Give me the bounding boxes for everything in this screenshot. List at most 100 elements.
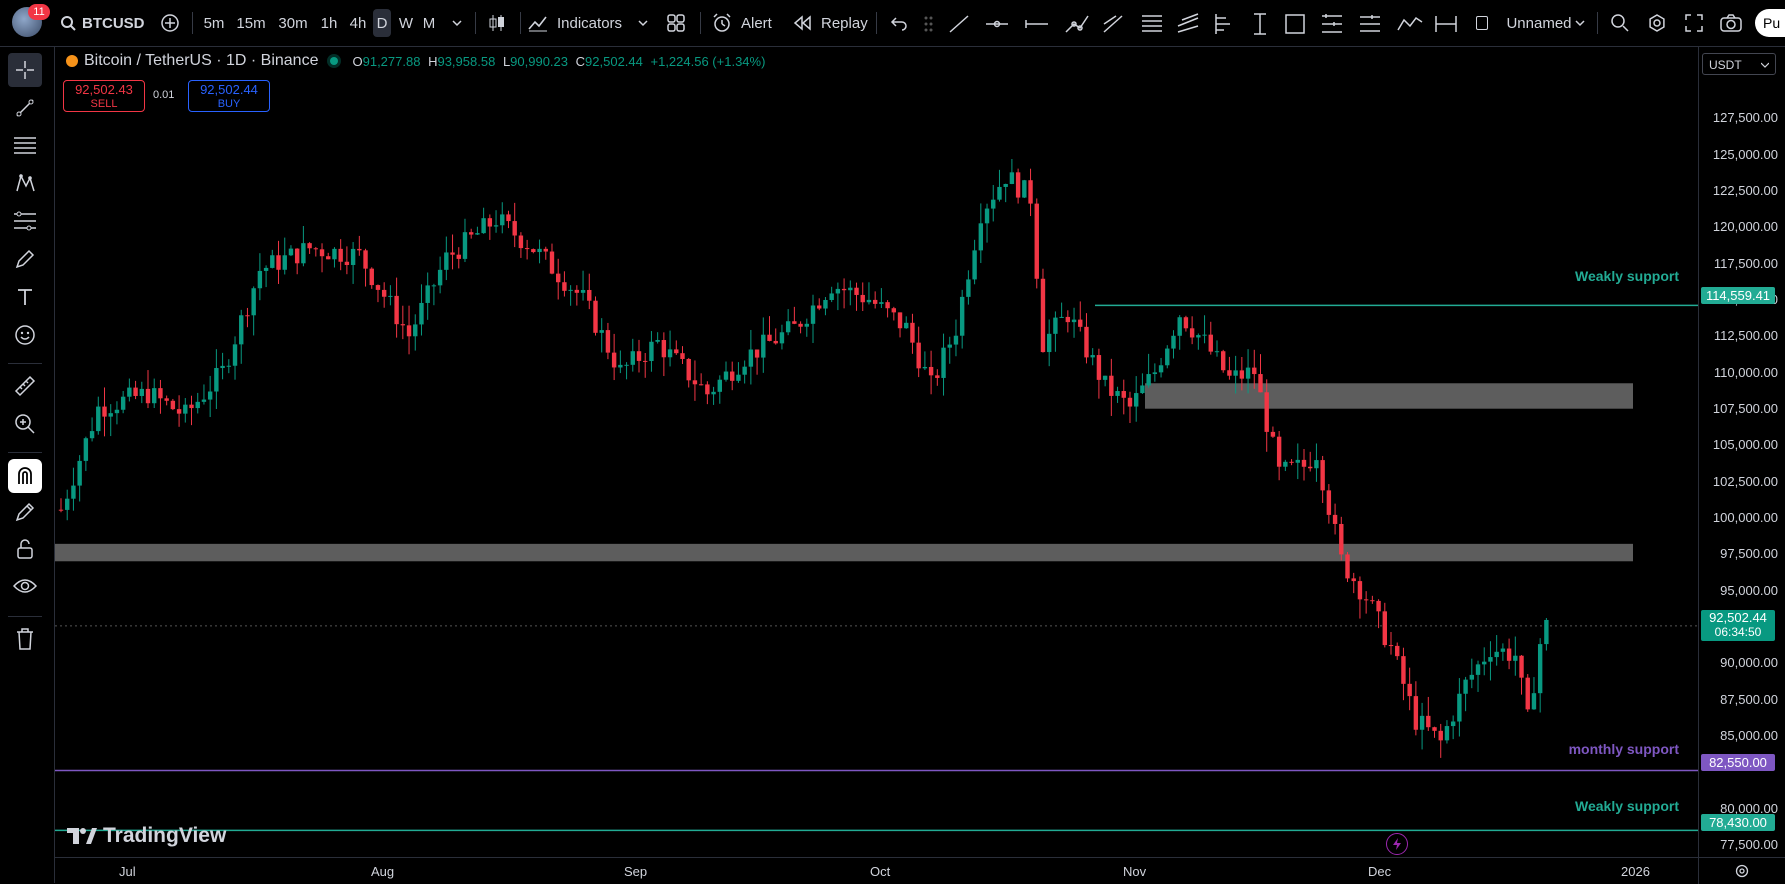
magnet-icon — [18, 467, 32, 484]
price-scale[interactable]: USDT 127,500.00 125,000.00 122,500.00 120,0… — [1698, 47, 1785, 857]
pattern-tool[interactable] — [8, 166, 42, 200]
replay-button[interactable]: Replay — [793, 9, 869, 37]
time-axis-label: Jul — [119, 864, 136, 879]
candle-body — [1109, 375, 1114, 396]
undo-button[interactable] — [886, 9, 912, 37]
candle-body — [481, 218, 486, 234]
candle-body — [655, 340, 660, 342]
candle-body — [773, 340, 778, 344]
crosshair-tool[interactable] — [8, 53, 42, 87]
candle-body — [1376, 600, 1381, 612]
candle-body — [1140, 385, 1145, 394]
price-axis-label: 122,500.00 — [1712, 182, 1778, 198]
timeframe-dropdown[interactable] — [448, 9, 466, 37]
pattern-icon — [16, 173, 35, 192]
measure-tool[interactable] — [8, 369, 42, 403]
layout-dropdown[interactable] — [1573, 9, 1587, 37]
hide-drawings-checkbox[interactable] — [1475, 9, 1489, 37]
emoji-tool[interactable] — [8, 318, 42, 352]
indicators-dropdown[interactable] — [636, 9, 650, 37]
currency-selector[interactable]: USDT — [1702, 53, 1776, 75]
candle-body — [1351, 578, 1356, 582]
candle-body — [562, 282, 567, 291]
compare-button[interactable] — [157, 9, 183, 37]
price-chart[interactable] — [55, 47, 1698, 857]
candle-body — [891, 308, 897, 313]
candle-body — [904, 322, 909, 329]
brush-tool[interactable] — [8, 242, 42, 276]
text-tool[interactable] — [8, 280, 42, 314]
timeframe-4h[interactable]: 4h — [345, 9, 371, 37]
magnifier-plus-icon — [1611, 14, 1629, 32]
symbol-label: BTCUSD — [82, 14, 145, 32]
timeframe-15m[interactable]: 15m — [233, 9, 269, 37]
chevron-down-icon — [638, 20, 648, 27]
candle-body — [158, 388, 163, 399]
symbol-search[interactable]: BTCUSD — [60, 9, 150, 37]
candle-body — [1009, 172, 1015, 184]
lock-tool[interactable] — [8, 532, 42, 566]
candle-body — [363, 250, 368, 269]
buy-button[interactable]: 92,502.44 BUY — [188, 80, 270, 112]
timeframe-5m[interactable]: 5m — [200, 9, 228, 37]
fib-tool[interactable] — [8, 129, 42, 163]
templates-button[interactable] — [662, 9, 690, 37]
symbol-title[interactable]: Bitcoin / TetherUS · 1D · Binance — [84, 52, 318, 70]
candle-body — [1370, 600, 1375, 602]
candle-body — [1146, 374, 1151, 386]
candle-body — [798, 323, 803, 327]
magnet-tool[interactable] — [8, 459, 42, 493]
resistance-zone-upper — [1145, 383, 1633, 409]
publish-button[interactable]: Pu — [1755, 9, 1785, 37]
candle-body — [1513, 655, 1518, 661]
timeframe-d[interactable]: D — [373, 9, 391, 37]
candle-body — [1053, 317, 1058, 334]
zoom-tool[interactable] — [8, 407, 42, 441]
forecast-tool[interactable] — [8, 204, 42, 238]
quick-search-button[interactable] — [1606, 9, 1634, 37]
price-axis-label: 102,500.00 — [1712, 473, 1778, 489]
timeframe-m[interactable]: M — [419, 9, 439, 37]
indicators-button[interactable]: Indicators — [527, 9, 651, 37]
candle-body — [1314, 460, 1319, 469]
remove-drawings-tool[interactable] — [8, 622, 42, 656]
timeframe-1h[interactable]: 1h — [318, 9, 340, 37]
candle-body — [344, 261, 350, 265]
candle-body — [661, 340, 667, 358]
candle-body — [872, 299, 878, 304]
settings-button[interactable] — [1643, 9, 1671, 37]
visibility-tool[interactable] — [8, 569, 42, 603]
fullscreen-button[interactable] — [1680, 9, 1708, 37]
drawing-tools-strip — [924, 13, 1457, 35]
candle-body — [717, 379, 722, 392]
sell-button[interactable]: 92,502.43 SELL — [63, 80, 145, 112]
alert-button[interactable]: Alert — [711, 9, 787, 37]
time-scale[interactable]: Jul Aug Sep Oct Nov Dec 2026 — [55, 857, 1698, 884]
candle-body — [226, 365, 232, 367]
chart-type-button[interactable] — [482, 9, 512, 37]
candle-body — [643, 360, 648, 362]
layout-name-button[interactable]: Unnamed — [1494, 9, 1584, 37]
timeframe-w[interactable]: W — [396, 9, 416, 37]
candle-body — [1227, 370, 1232, 376]
candle-body — [170, 400, 176, 410]
candle-body — [866, 299, 872, 303]
candle-body — [189, 404, 194, 409]
gear-icon[interactable] — [1734, 863, 1750, 879]
stay-drawing-tool[interactable] — [8, 495, 42, 529]
timeframe-30m[interactable]: 30m — [274, 9, 312, 37]
candle-body — [388, 295, 393, 297]
candle-body — [263, 267, 269, 271]
trendline-tool[interactable] — [8, 91, 42, 125]
candle-body — [580, 289, 586, 293]
candle-body — [748, 349, 754, 367]
candle-body — [152, 388, 157, 404]
price-axis-label: 120,000.00 — [1712, 219, 1778, 235]
candle-body — [1363, 599, 1369, 601]
snapshot-button[interactable] — [1717, 9, 1745, 37]
candle-body — [1015, 172, 1021, 198]
candle-body — [599, 330, 604, 333]
lightning-icon[interactable] — [1386, 833, 1408, 855]
candle-body — [1028, 180, 1033, 204]
candle-body — [1482, 661, 1487, 665]
